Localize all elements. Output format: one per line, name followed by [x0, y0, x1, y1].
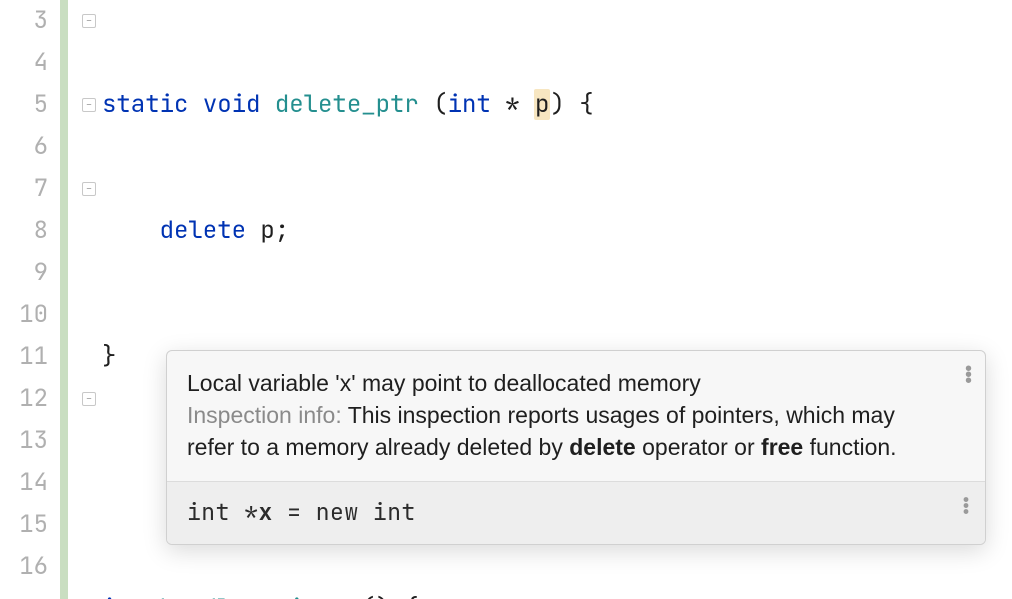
- line-number: 11: [0, 336, 48, 378]
- change-marker-column: [60, 0, 80, 599]
- line-number: 4: [0, 42, 48, 84]
- parameter-highlight: p: [534, 89, 550, 120]
- line-number: 7: [0, 168, 48, 210]
- line-number: 15: [0, 504, 48, 546]
- more-actions-icon[interactable]: •••: [965, 365, 973, 383]
- line-number: 12: [0, 378, 48, 420]
- tooltip-description: Inspection info: This inspection reports…: [187, 399, 935, 463]
- inspection-info-label: Inspection info:: [187, 402, 342, 428]
- tooltip-code-snippet: ••• int *x = new int: [167, 481, 985, 544]
- fold-toggle-icon[interactable]: –: [82, 98, 96, 112]
- tooltip-title: Local variable 'x' may point to dealloca…: [187, 367, 935, 399]
- inspection-tooltip: ••• Local variable 'x' may point to deal…: [166, 350, 986, 545]
- fold-toggle-icon[interactable]: –: [82, 14, 96, 28]
- line-number: 13: [0, 420, 48, 462]
- fold-toggle-icon[interactable]: –: [82, 182, 96, 196]
- line-number: 3: [0, 0, 48, 42]
- more-actions-icon[interactable]: •••: [960, 496, 973, 514]
- line-number: 8: [0, 210, 48, 252]
- line-number: 16: [0, 546, 48, 588]
- line-number: 6: [0, 126, 48, 168]
- tooltip-body: ••• Local variable 'x' may point to deal…: [167, 351, 985, 481]
- code-line[interactable]: delete p;: [102, 210, 1012, 252]
- fold-column: – – – –: [80, 0, 102, 599]
- line-number: 5: [0, 84, 48, 126]
- line-number-gutter: 3 4 5 6 7 8 9 10 11 12 13 14 15 16: [0, 0, 60, 599]
- line-number: 10: [0, 294, 48, 336]
- vcs-added-marker: [60, 0, 68, 599]
- code-line[interactable]: int handle_pointer() {: [102, 588, 1012, 599]
- code-line[interactable]: static void delete_ptr (int * p) {: [102, 84, 1012, 126]
- line-number: 9: [0, 252, 48, 294]
- fold-toggle-icon[interactable]: –: [82, 392, 96, 406]
- line-number: 14: [0, 462, 48, 504]
